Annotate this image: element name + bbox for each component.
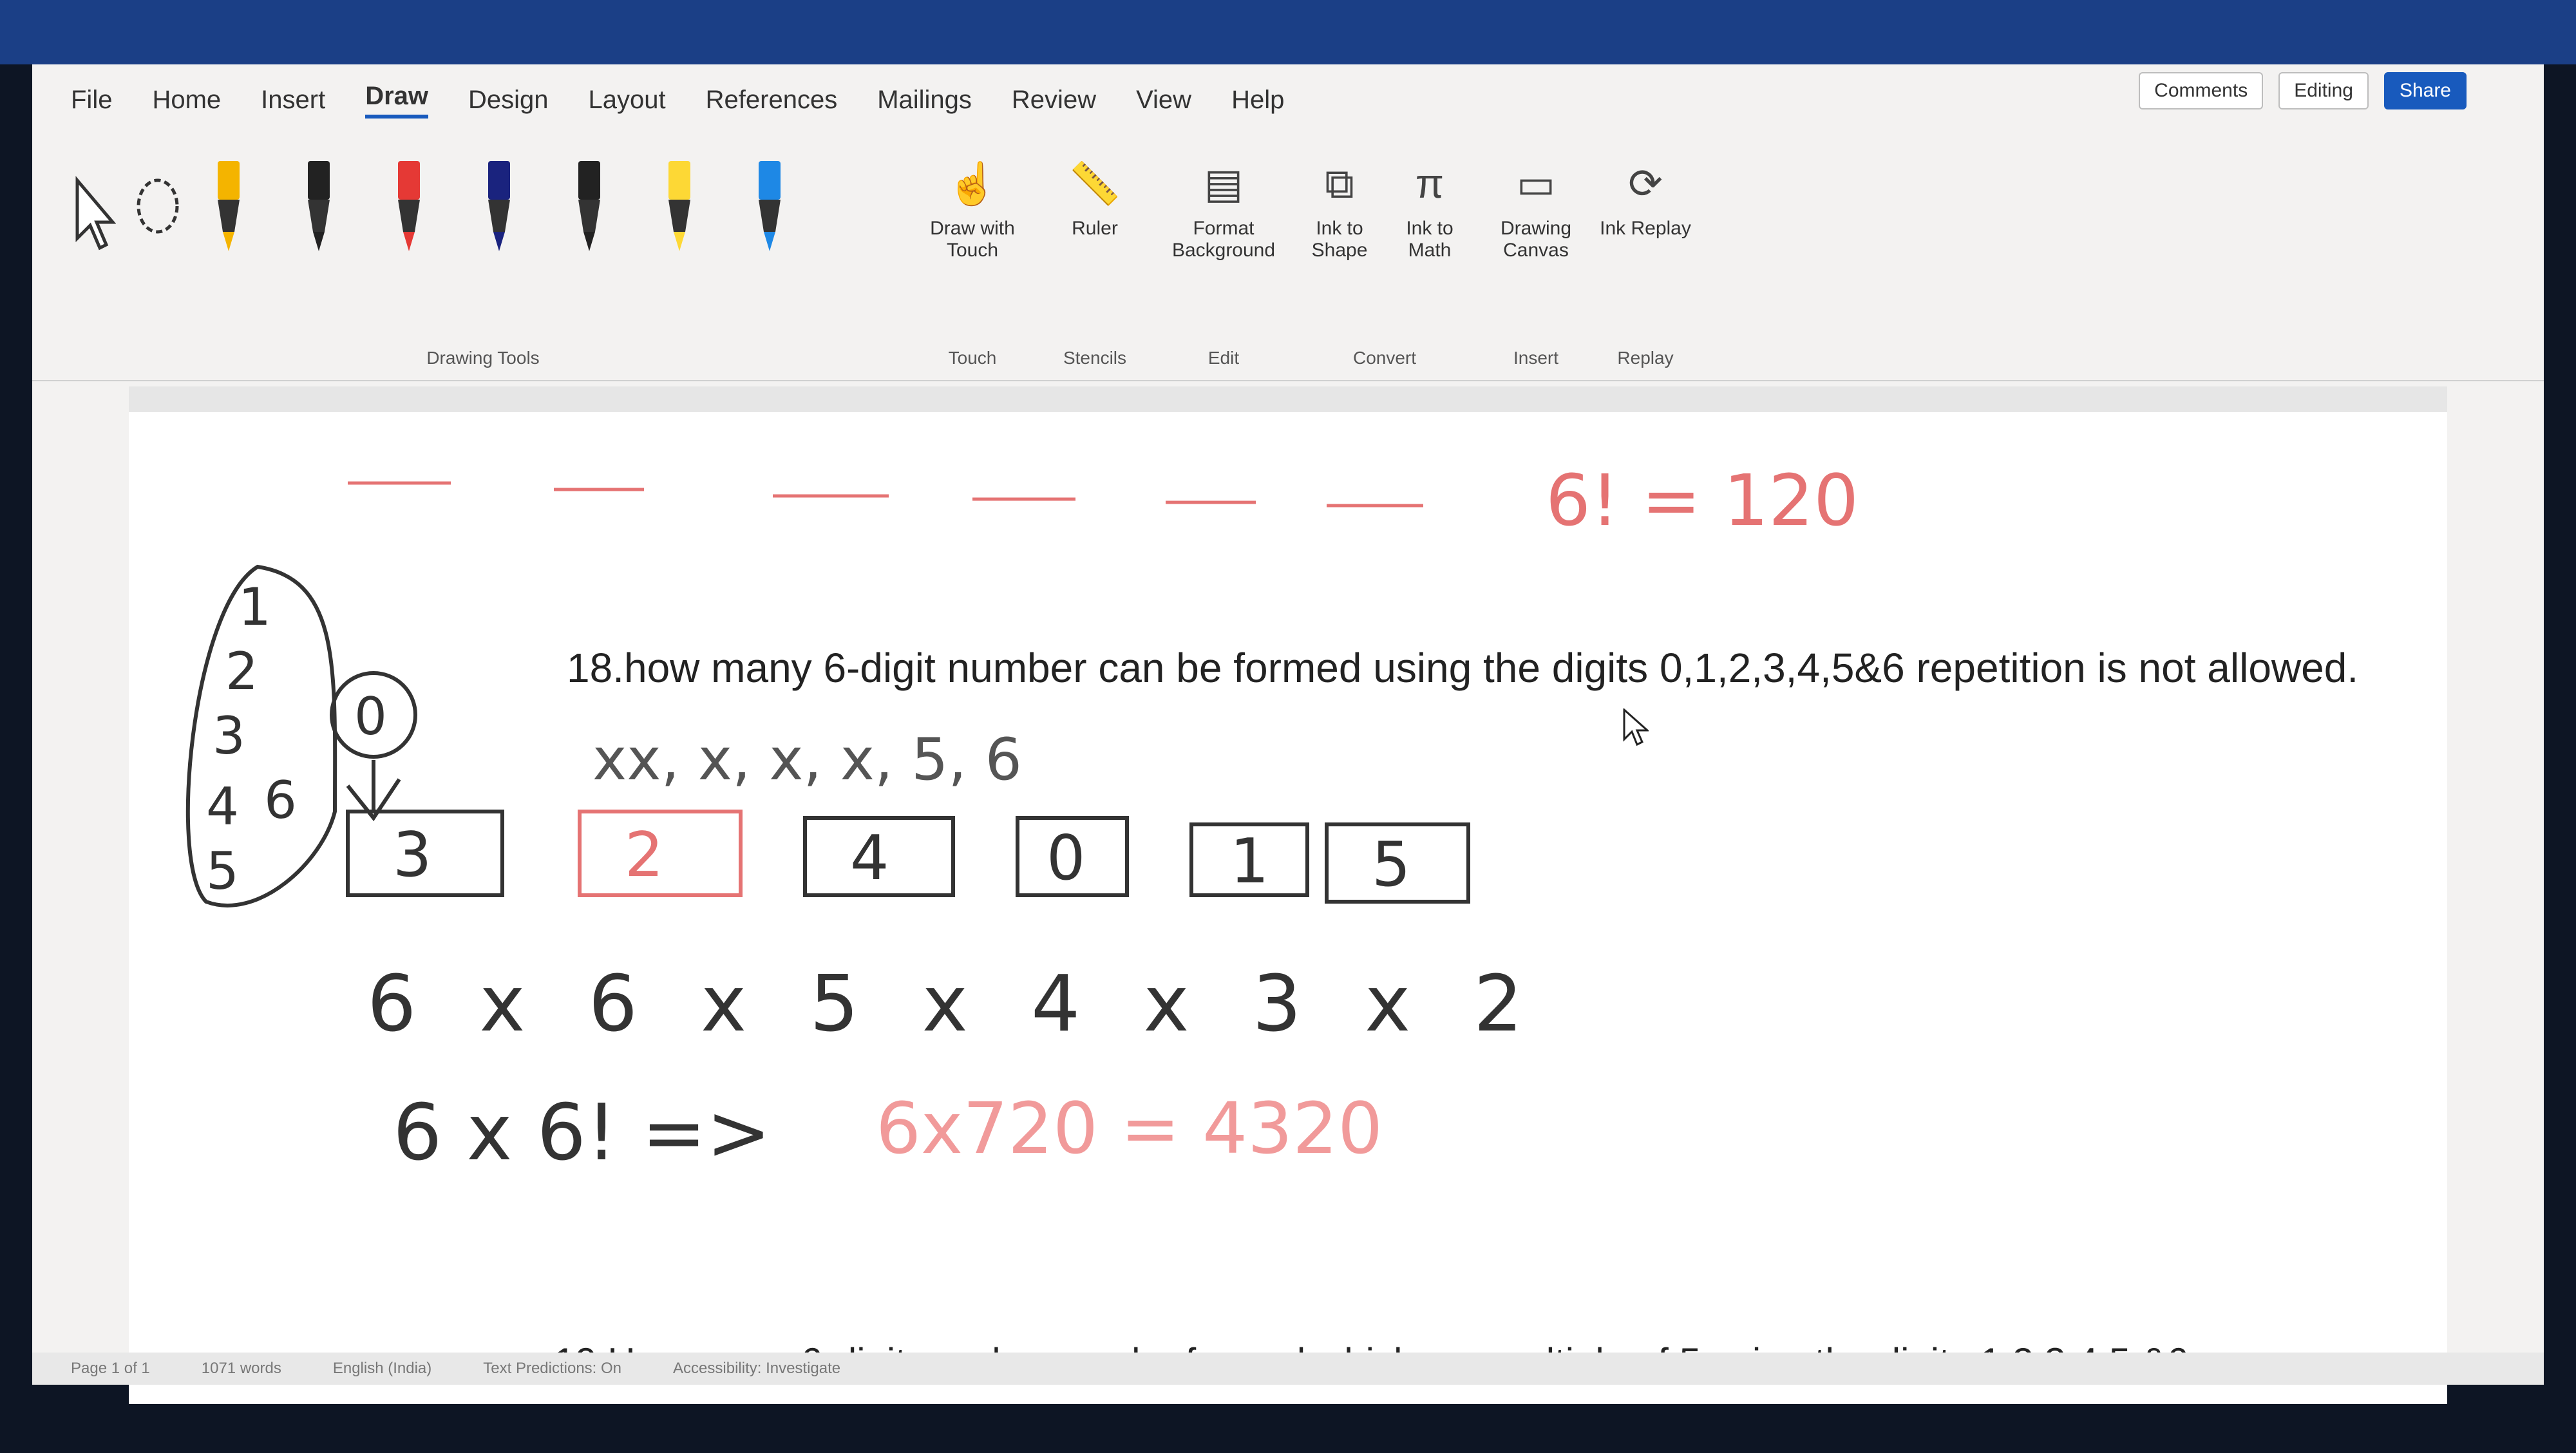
select-arrow-icon[interactable] [71,155,117,264]
box-5-value: 1 [1230,826,1269,897]
arrow-down [346,760,401,822]
box-4-value: 0 [1046,823,1085,894]
pen-tool-2-icon[interactable] [386,155,431,264]
ruler-button[interactable]: 📏 Ruler [1040,155,1150,240]
calc-line-2: 6 x 6! => [393,1088,771,1178]
red-blank-lines [348,481,1423,508]
comments-button[interactable]: Comments [2139,72,2264,109]
tab-home[interactable]: Home [152,86,221,115]
ink-to-shape-button[interactable]: ⧉ Ink to Shape [1294,155,1385,261]
ruler-icon: 📏 [1069,160,1121,207]
tab-references[interactable]: References [706,86,838,115]
title-bar [0,0,2576,64]
ink-to-math-button[interactable]: π Ink to Math [1385,155,1475,261]
convert-group: ⧉ Ink to Shape π Ink to Math Convert [1294,142,1475,374]
digit-2: 2 [225,641,258,701]
header-buttons: Comments Editing Share [2139,72,2467,109]
tab-layout[interactable]: Layout [589,86,666,115]
insert-group: ▭ Drawing Canvas Insert [1481,142,1591,374]
replay-label: Replay [1617,348,1674,368]
crossed-digits: xx, x, x, x, 5, 6 [592,726,1022,793]
stencils-label: Stencils [1063,348,1127,368]
hand-touch-icon: ☝ [947,160,998,207]
question-18: 18.how many 6-digit number can be formed… [567,645,2359,691]
share-button[interactable]: Share [2383,72,2467,109]
box-3-value: 4 [850,823,889,894]
tab-file[interactable]: File [71,86,112,115]
insert-label: Insert [1513,348,1559,368]
digit-6: 6 [264,770,297,830]
replay-group: ⟳ Ink Replay Replay [1597,142,1694,374]
tab-insert[interactable]: Insert [261,86,325,115]
horizontal-ruler [129,386,2447,412]
status-page[interactable]: Page 1 of 1 [71,1360,150,1378]
drawing-tools-label: Drawing Tools [426,348,540,368]
format-background-button[interactable]: ▤ Format Background [1169,155,1278,261]
calc-line-1: 6 x 6 x 5 x 4 x 3 x 2 [367,960,1542,1049]
tab-review[interactable]: Review [1012,86,1096,115]
lasso-select-icon[interactable] [135,155,180,264]
pi-icon: π [1415,160,1444,207]
status-accessibility[interactable]: Accessibility: Investigate [673,1360,840,1378]
digit-5: 5 [206,841,239,901]
tab-view[interactable]: View [1136,86,1191,115]
pencil-tool-icon[interactable] [206,155,251,264]
box-6-value: 5 [1372,830,1410,900]
editing-button[interactable]: Editing [2278,72,2369,109]
status-words[interactable]: 1071 words [202,1360,281,1378]
box-1-value: 3 [393,820,431,891]
tab-mailings[interactable]: Mailings [877,86,972,115]
circled-zero: 0 [354,687,387,746]
drawing-canvas-button[interactable]: ▭ Drawing Canvas [1481,155,1591,261]
digit-4: 4 [206,777,239,837]
background-lines-icon: ▤ [1204,160,1244,207]
ink-replay-button[interactable]: ⟳ Ink Replay [1597,155,1694,240]
status-bar: Page 1 of 1 1071 words English (India) T… [32,1353,2544,1385]
digit-3: 3 [213,706,245,766]
tab-draw[interactable]: Draw [365,82,429,119]
shape-icon: ⧉ [1325,160,1354,207]
replay-icon: ⟳ [1628,160,1663,207]
touch-label: Touch [948,348,997,368]
ink-layer: 6! = 120 1 2 3 4 5 6 0 xx, x, x, x, 5, 6… [185,459,1859,1178]
pen-tool-1-icon[interactable] [296,155,341,264]
mouse-cursor-icon [1623,708,1649,746]
edit-group: ▤ Format Background Edit [1159,142,1288,374]
tab-help[interactable]: Help [1231,86,1284,115]
highlighter-tool-icon[interactable] [657,155,702,264]
box-2-value: 2 [625,820,663,891]
drawing-tools-group: Drawing Tools [58,142,908,374]
factorial-note: 6! = 120 [1546,459,1859,542]
touch-group: ☝ Draw with Touch Touch [914,142,1030,374]
status-predictions[interactable]: Text Predictions: On [483,1360,621,1378]
document-page: 6! = 120 1 2 3 4 5 6 0 xx, x, x, x, 5, 6… [129,412,2447,1404]
tab-design[interactable]: Design [468,86,549,115]
stencils-group: 📏 Ruler Stencils [1037,142,1153,374]
draw-ribbon: Drawing Tools ☝ Draw with Touch Touch 📏 … [32,135,2544,381]
calc-line-2-result: 6x720 = 4320 [876,1087,1383,1170]
digit-1: 1 [238,577,271,637]
status-language[interactable]: English (India) [333,1360,431,1378]
pen-tool-3-icon[interactable] [477,155,522,264]
canvas-icon: ▭ [1516,160,1556,207]
edit-label: Edit [1208,348,1240,368]
action-pen-icon[interactable] [747,155,792,264]
pen-tool-4-icon[interactable] [567,155,612,264]
word-window: File Home Insert Draw Design Layout Refe… [32,64,2544,1404]
draw-with-touch-button[interactable]: ☝ Draw with Touch [918,155,1027,261]
convert-label: Convert [1352,348,1417,368]
